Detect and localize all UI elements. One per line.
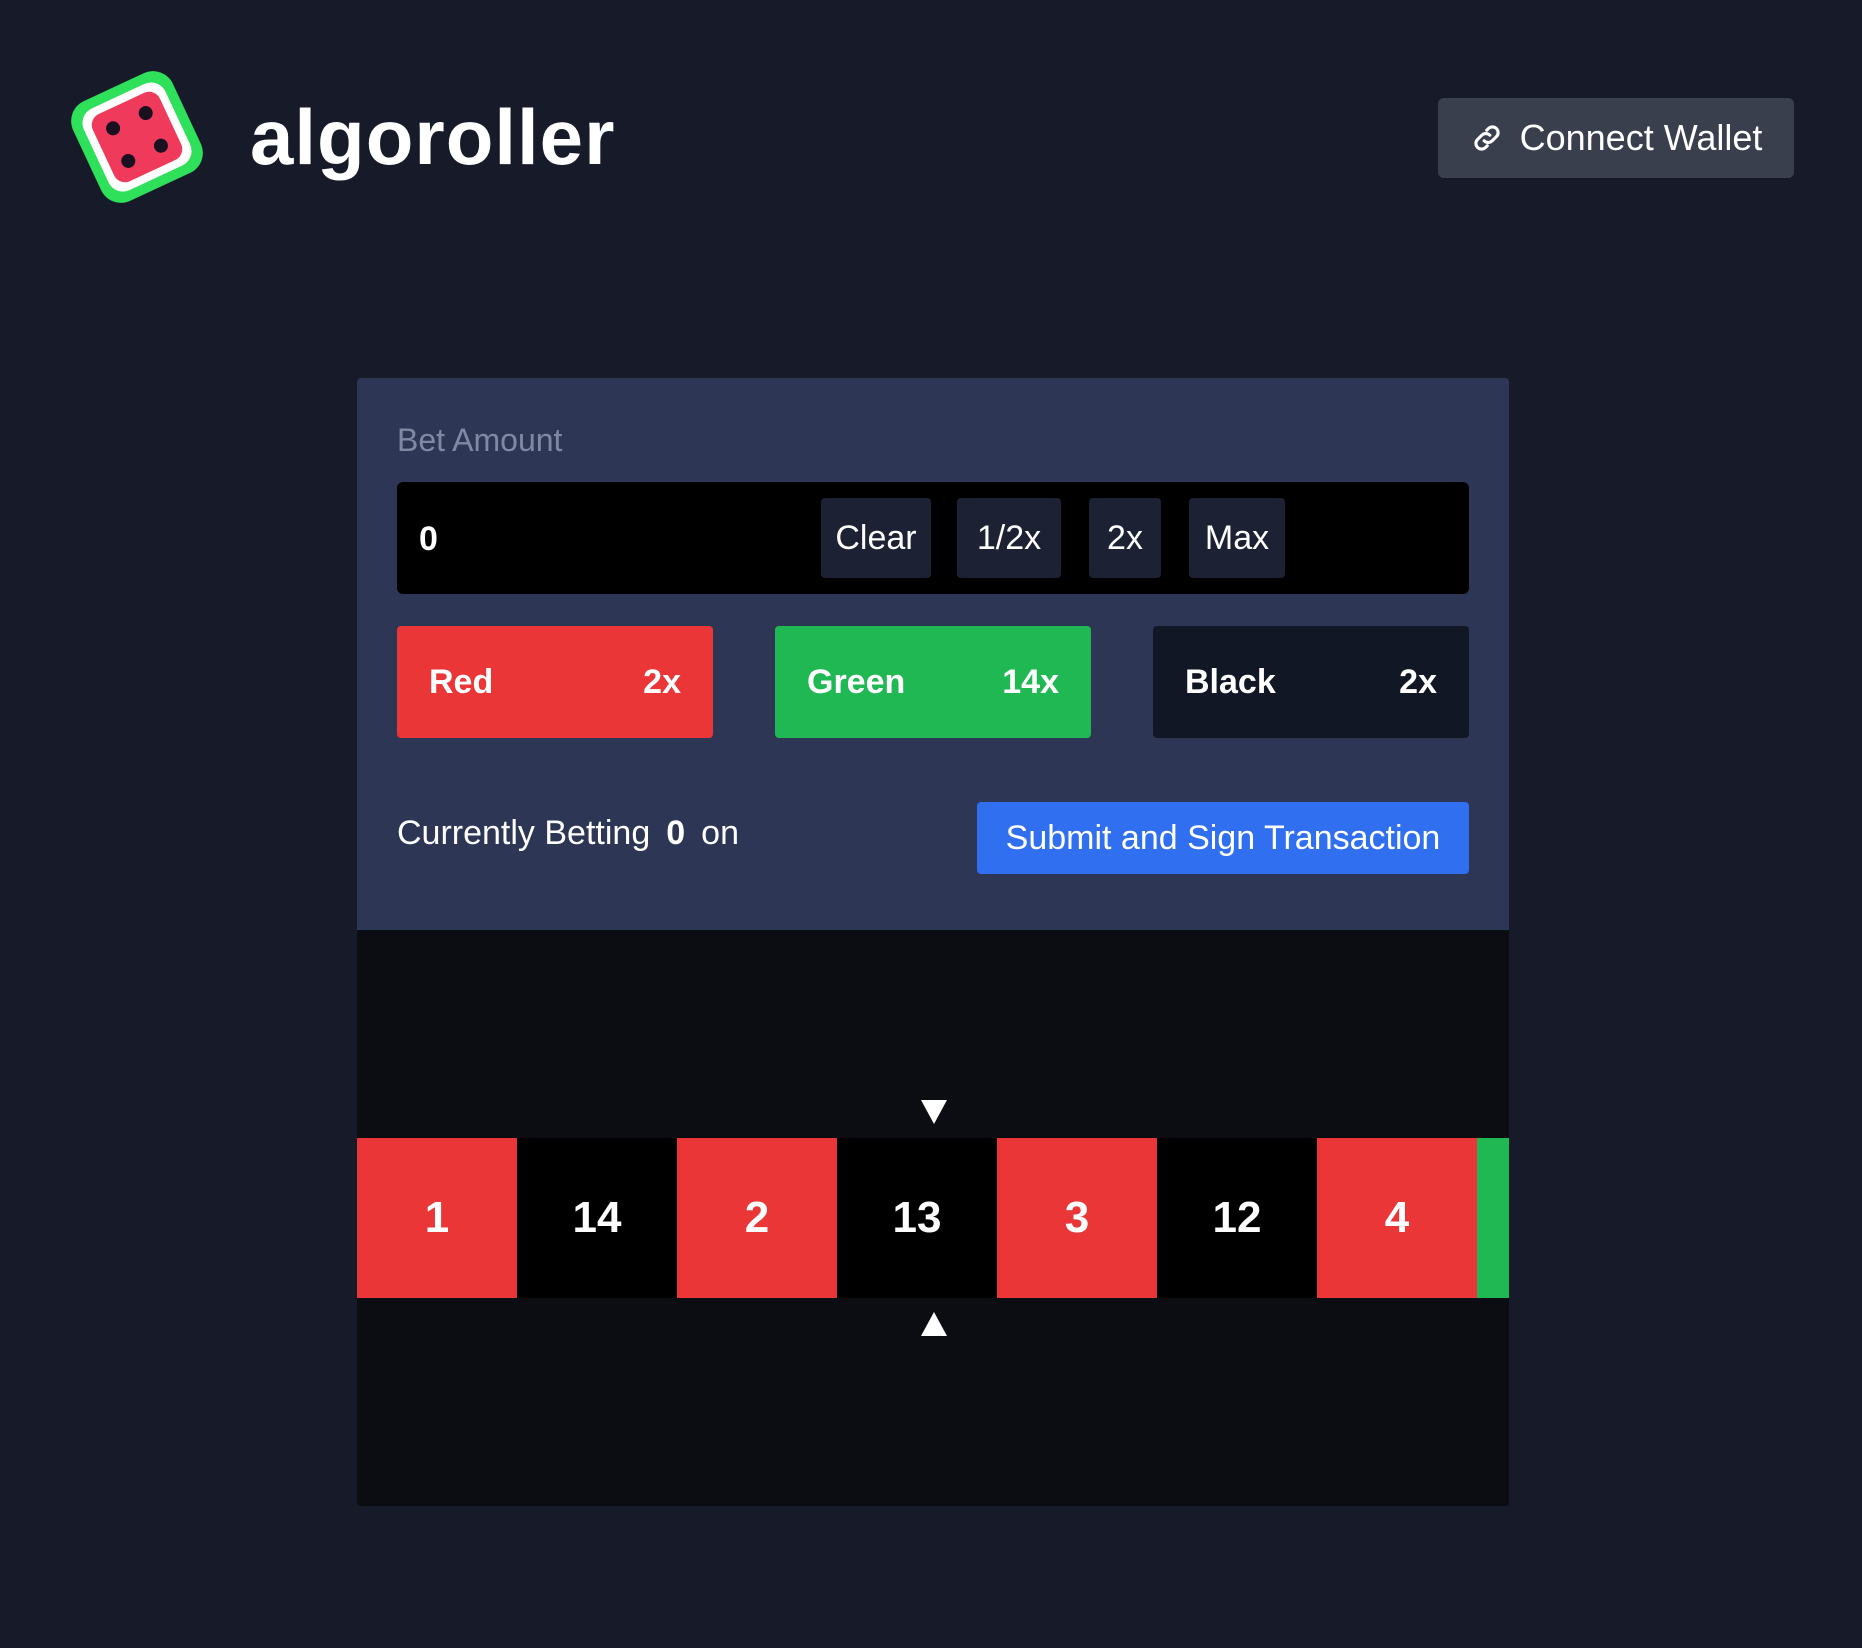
bet-red-label: Red — [429, 662, 494, 701]
connect-wallet-button[interactable]: Connect Wallet — [1438, 98, 1794, 178]
bet-green-label: Green — [807, 662, 906, 701]
bet-amount-label: Bet Amount — [397, 422, 563, 458]
roulette-cell: 12 — [1157, 1138, 1317, 1298]
roulette-cell: 14 — [517, 1138, 677, 1298]
clear-button[interactable]: Clear — [821, 498, 931, 578]
bet-panel: Bet Amount Clear 1/2x 2x Max Red 2x Gree… — [357, 378, 1509, 930]
dice-pip — [103, 118, 123, 138]
roulette-area: 1 14 2 13 3 12 4 — [357, 930, 1509, 1506]
current-bet-suffix: on — [701, 814, 739, 852]
pointer-up-icon — [921, 1312, 947, 1336]
bet-green-multiplier: 14x — [1002, 662, 1059, 701]
submit-transaction-button[interactable]: Submit and Sign Transaction — [977, 802, 1469, 874]
roulette-cell — [1477, 1138, 1509, 1298]
roulette-cell: 2 — [677, 1138, 837, 1298]
link-icon — [1473, 125, 1500, 151]
bet-red-multiplier: 2x — [643, 662, 681, 701]
dice-pip — [136, 103, 156, 123]
roulette-cell: 4 — [1317, 1138, 1477, 1298]
half-button[interactable]: 1/2x — [957, 498, 1061, 578]
brand-name[interactable]: algoroller — [250, 92, 615, 183]
current-bet-status: Currently Betting 0 on — [397, 814, 739, 853]
bet-black-multiplier: 2x — [1399, 662, 1437, 701]
header: algoroller Connect Wallet — [0, 0, 1862, 280]
max-button[interactable]: Max — [1189, 498, 1285, 578]
bet-red-button[interactable]: Red 2x — [397, 626, 713, 738]
dice-icon[interactable] — [63, 63, 211, 211]
pointer-down-icon — [921, 1100, 947, 1124]
roulette-cell: 3 — [997, 1138, 1157, 1298]
dice-pip — [118, 151, 138, 171]
double-button[interactable]: 2x — [1089, 498, 1161, 578]
bet-amount-bar: Clear 1/2x 2x Max — [397, 482, 1469, 594]
roulette-cell: 13 — [837, 1138, 997, 1298]
dice-pip — [151, 136, 171, 156]
bet-black-button[interactable]: Black 2x — [1153, 626, 1469, 738]
current-bet-prefix: Currently Betting — [397, 814, 651, 852]
roulette-strip: 1 14 2 13 3 12 4 — [357, 1138, 1509, 1298]
roulette-cell: 1 — [357, 1138, 517, 1298]
current-bet-amount: 0 — [666, 814, 686, 852]
bet-black-label: Black — [1185, 662, 1276, 701]
bet-green-button[interactable]: Green 14x — [775, 626, 1091, 738]
connect-wallet-label: Connect Wallet — [1519, 117, 1763, 158]
bet-amount-input[interactable] — [417, 498, 881, 580]
